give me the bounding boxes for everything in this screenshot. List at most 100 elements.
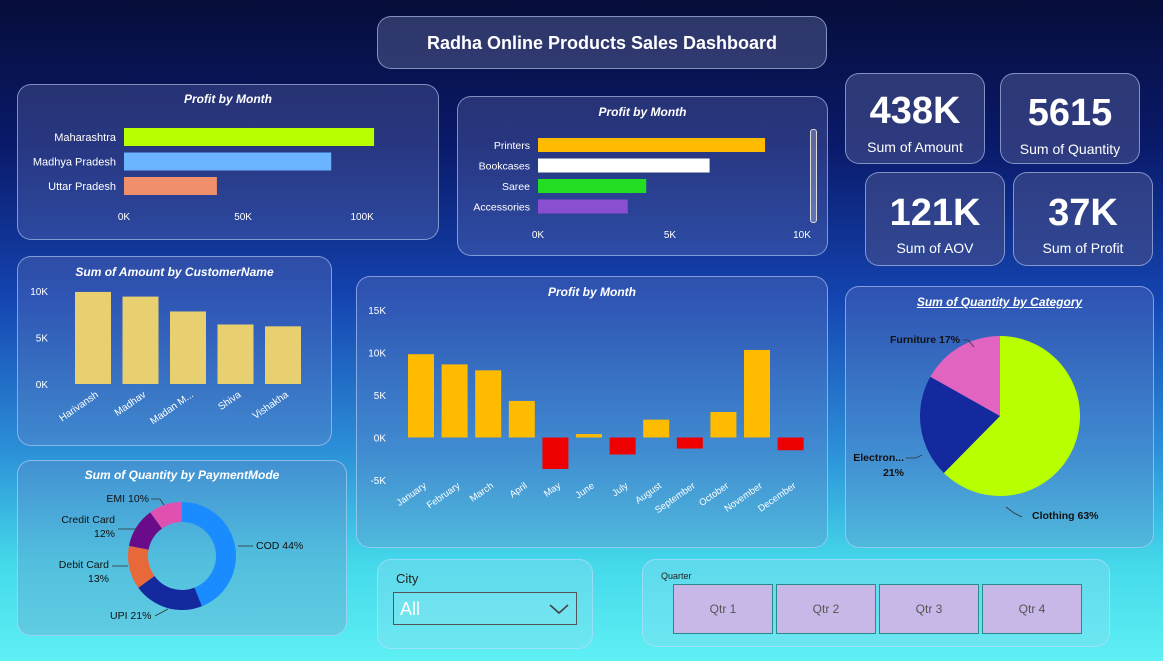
kpi-card-amount: 438K Sum of Amount	[845, 73, 985, 164]
slice-label: Furniture 17%	[890, 334, 961, 346]
quarter-button-qtr3[interactable]: Qtr 3	[879, 584, 979, 634]
bar	[643, 419, 670, 438]
category-label: Shiva	[216, 389, 243, 413]
bar	[538, 138, 766, 152]
bar	[124, 128, 375, 146]
quarter-button-qtr1[interactable]: Qtr 1	[673, 584, 773, 634]
kpi-value: 37K	[1048, 192, 1118, 234]
tick-label: 0K	[374, 434, 387, 445]
category-label: Printers	[494, 140, 530, 152]
category-label: Harivansh	[58, 389, 101, 424]
profit-by-month-panel[interactable]: Profit by Month -5K 0K 5K 10K 15K January Febr…	[356, 276, 828, 548]
bar	[777, 437, 804, 451]
amount-by-customer-panel[interactable]: Sum of Amount by CustomerName 0K 5K 10K Har…	[17, 256, 332, 446]
slice-label: 21%	[883, 467, 905, 479]
slice-label: Debit Card	[59, 559, 109, 571]
quantity-by-payment-panel[interactable]: Sum of Quantity by PaymentMode COD 44% UP…	[17, 460, 347, 636]
slice-label: UPI 21%	[110, 610, 151, 622]
category-label: Bookcases	[479, 161, 530, 173]
kpi-card-quantity: 5615 Sum of Quantity	[1000, 73, 1140, 164]
tick-label: 10K	[30, 287, 48, 298]
chevron-down-icon	[549, 604, 569, 615]
city-dropdown[interactable]: All	[393, 592, 577, 625]
bar	[122, 296, 159, 384]
kpi-label: Sum of AOV	[896, 240, 974, 256]
month-label: April	[508, 480, 530, 500]
month-label: January	[395, 480, 429, 509]
tick-label: 0K	[36, 380, 49, 391]
profit-by-state-chart: Maharashtra Madhya Pradesh Uttar Pradesh 0K…	[33, 128, 375, 223]
category-label: Madhav	[113, 389, 148, 418]
quantity-by-payment-chart: COD 44% UPI 21% Debit Card 13% Credit Card 12…	[59, 493, 303, 622]
category-label: Maharashtra	[54, 132, 117, 144]
tick-label: 100K	[351, 212, 375, 223]
city-dropdown-value: All	[400, 599, 421, 619]
bar	[475, 370, 502, 438]
kpi-value: 5615	[1027, 92, 1113, 134]
category-label: Vishakha	[251, 389, 291, 422]
category-label: Accessories	[473, 202, 530, 214]
bar	[170, 311, 206, 384]
amount-by-customer-chart: 0K 5K 10K Harivansh Madhav Madan M... Shiva Vis…	[30, 287, 301, 427]
quantity-by-category-panel[interactable]: Sum of Quantity by Category Clothing 63%…	[845, 286, 1154, 548]
bar	[408, 354, 434, 438]
kpi-card-aov: 121K Sum of AOV	[865, 172, 1005, 266]
tick-label: 10K	[793, 230, 811, 241]
bar	[710, 412, 737, 438]
scrollbar[interactable]	[810, 129, 817, 223]
profit-by-state-panel[interactable]: Profit by Month Maharashtra Madhya Prades…	[17, 84, 439, 240]
quantity-by-category-chart: Clothing 63% Electron... 21% Furniture 17%	[853, 334, 1099, 522]
bar	[542, 437, 569, 469]
bar	[676, 437, 703, 449]
category-label: Madan M...	[148, 389, 195, 427]
category-label: Saree	[502, 181, 530, 193]
bar	[538, 179, 647, 193]
month-label: March	[468, 480, 496, 504]
city-slicer-label: City	[396, 571, 419, 586]
leader-line	[154, 608, 169, 617]
month-label: May	[542, 480, 563, 499]
tick-label: 5K	[36, 334, 49, 345]
profit-by-month-chart: -5K 0K 5K 10K 15K JanuaryFebruary March April Ma…	[368, 306, 804, 516]
tick-label: 15K	[368, 306, 386, 317]
dashboard-title-box: Radha Online Products Sales Dashboard	[377, 16, 827, 69]
slice-label: Electron...	[853, 452, 904, 464]
bar	[744, 349, 770, 438]
bar	[124, 177, 217, 195]
slice-label: Credit Card	[61, 514, 115, 526]
leader-line	[906, 454, 923, 459]
quarter-slicer-label: Quarter	[661, 571, 692, 581]
tick-label: 0K	[118, 212, 131, 223]
bar	[217, 324, 254, 384]
profit-by-subcategory-panel[interactable]: Profit by Month Printers Bookcases Saree Ac…	[457, 96, 828, 256]
tick-label: 10K	[368, 349, 386, 360]
tick-label: 5K	[664, 230, 677, 241]
slice-label: 12%	[94, 528, 115, 540]
bar	[75, 291, 111, 384]
category-label: Madhya Pradesh	[33, 157, 116, 169]
kpi-value: 121K	[889, 192, 981, 234]
quarter-button-qtr2[interactable]: Qtr 2	[776, 584, 876, 634]
bar	[576, 434, 602, 438]
month-label: December	[756, 480, 798, 514]
kpi-value: 438K	[869, 90, 961, 132]
bar	[508, 400, 535, 438]
dashboard-title: Radha Online Products Sales Dashboard	[426, 33, 778, 53]
tick-label: 5K	[374, 391, 387, 402]
city-slicer: City All	[377, 559, 593, 649]
tick-label: 0K	[532, 230, 545, 241]
bar	[609, 437, 636, 455]
kpi-label: Sum of Profit	[1042, 240, 1124, 256]
kpi-card-profit: 37K Sum of Profit	[1013, 172, 1153, 266]
kpi-label: Sum of Amount	[867, 139, 963, 155]
kpi-label: Sum of Quantity	[1019, 141, 1121, 157]
slice-label: 13%	[88, 573, 109, 585]
donut-slice	[138, 575, 202, 610]
month-label: February	[425, 480, 463, 511]
slice-label: COD 44%	[256, 540, 303, 552]
quarter-button-qtr4[interactable]: Qtr 4	[982, 584, 1082, 634]
tick-label: -5K	[370, 476, 386, 487]
bar	[124, 152, 332, 171]
leader-line	[151, 498, 165, 506]
profit-by-subcategory-chart: Printers Bookcases Saree Accessories 0K 5K 10K	[473, 138, 811, 241]
